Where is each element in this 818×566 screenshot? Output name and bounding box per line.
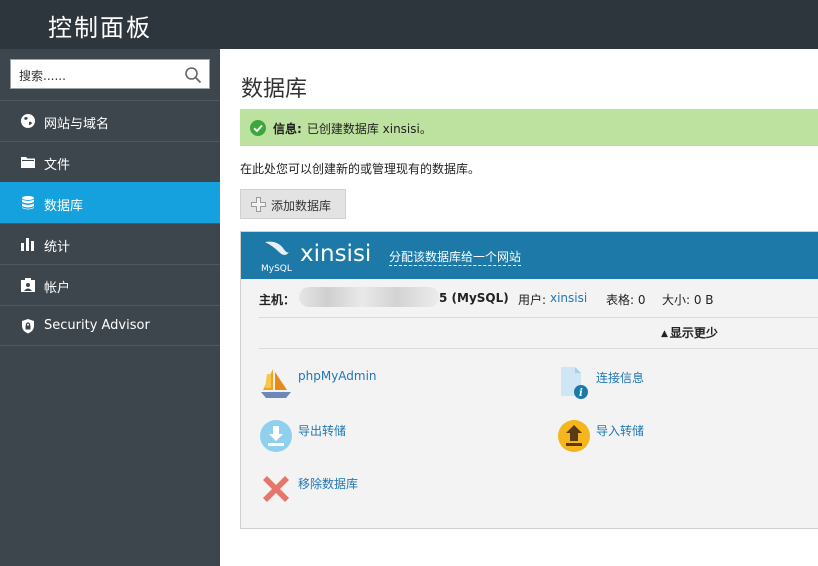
tables-count: 表格: 0 bbox=[606, 293, 646, 307]
tool-label: 导出转储 bbox=[298, 424, 347, 438]
plus-icon bbox=[251, 197, 266, 212]
search-input[interactable]: 搜索...... bbox=[19, 67, 66, 84]
sidebar-item-label: 数据库 bbox=[44, 199, 84, 214]
host-value: 5 (MySQL) bbox=[439, 291, 509, 305]
sidebar-item-label: 文件 bbox=[44, 158, 71, 173]
database-card: MySQL xinsisi 分配该数据库给一个网站 主机： 5 (MySQL) … bbox=[240, 231, 818, 529]
account-icon bbox=[21, 278, 35, 292]
database-header: MySQL xinsisi 分配该数据库给一个网站 bbox=[241, 232, 818, 279]
shield-lock-icon bbox=[22, 319, 34, 334]
add-database-label: 添加数据库 bbox=[271, 199, 332, 213]
divider bbox=[259, 317, 818, 318]
globe-icon bbox=[21, 114, 35, 128]
app-title: 控制面板 bbox=[48, 14, 152, 42]
bar-chart-icon bbox=[21, 238, 34, 251]
import-dump-icon bbox=[558, 420, 590, 452]
export-dump-icon bbox=[260, 420, 292, 452]
sidebar-item-websites-domains[interactable]: 网站与域名 bbox=[0, 100, 220, 141]
database-info: 主机： 5 (MySQL) 用户: xinsisi 表格: 0 大小: 0 B bbox=[241, 279, 818, 317]
sidebar: 搜索...... 网站与域名 文件 数据库 统计 帐户 Security Adv… bbox=[0, 49, 220, 566]
tool-label: phpMyAdmin bbox=[298, 369, 377, 383]
sidebar-item-label: 帐户 bbox=[44, 281, 71, 296]
intro-text: 在此处您可以创建新的或管理现有的数据库。 bbox=[240, 162, 481, 176]
mysql-logo-icon: MySQL bbox=[259, 238, 293, 274]
folder-icon bbox=[21, 157, 35, 168]
sidebar-item-files[interactable]: 文件 bbox=[0, 141, 220, 182]
sidebar-item-statistics[interactable]: 统计 bbox=[0, 223, 220, 264]
main-content: 数据库 信息: 已创建数据库 xinsisi。 在此处您可以创建新的或管理现有的数… bbox=[220, 49, 818, 566]
divider bbox=[259, 348, 818, 349]
sidebar-item-databases[interactable]: 数据库 bbox=[0, 182, 220, 223]
add-database-button[interactable]: 添加数据库 bbox=[240, 189, 346, 219]
success-message: 信息: 已创建数据库 xinsisi。 bbox=[240, 109, 818, 146]
sidebar-item-account[interactable]: 帐户 bbox=[0, 264, 220, 305]
database-icon bbox=[22, 196, 34, 210]
message-label: 信息: bbox=[273, 122, 302, 136]
show-less-label: 显示更少 bbox=[669, 326, 718, 340]
page-title: 数据库 bbox=[241, 77, 308, 102]
host-redacted bbox=[299, 287, 439, 307]
database-size: 大小: 0 B bbox=[662, 293, 714, 307]
sidebar-item-label: 网站与域名 bbox=[44, 117, 110, 132]
top-header: 控制面板 bbox=[0, 0, 818, 49]
host-label: 主机： bbox=[259, 293, 296, 307]
sidebar-nav: 网站与域名 文件 数据库 统计 帐户 Security Advisor bbox=[0, 100, 220, 346]
check-circle-icon bbox=[250, 120, 266, 136]
show-less-toggle[interactable]: ▲ 显示更少 bbox=[661, 324, 718, 341]
database-name: xinsisi bbox=[300, 241, 372, 267]
sidebar-search[interactable]: 搜索...... bbox=[10, 59, 210, 89]
sidebar-item-security-advisor[interactable]: Security Advisor bbox=[0, 305, 220, 346]
svg-text:i: i bbox=[579, 388, 583, 399]
sidebar-item-label: 统计 bbox=[44, 240, 71, 255]
tool-label: 移除数据库 bbox=[298, 477, 359, 491]
connection-info-icon: i bbox=[561, 367, 588, 399]
phpmyadmin-sailboat-icon bbox=[261, 369, 291, 398]
tool-label: 导入转储 bbox=[596, 424, 645, 438]
svg-text:MySQL: MySQL bbox=[261, 264, 292, 274]
chevron-up-icon: ▲ bbox=[661, 329, 668, 339]
message-text: 信息: 已创建数据库 xinsisi。 bbox=[273, 120, 432, 137]
user-label: 用户: bbox=[518, 293, 547, 307]
assign-to-website-link[interactable]: 分配该数据库给一个网站 bbox=[389, 248, 522, 266]
message-body: 已创建数据库 xinsisi。 bbox=[306, 122, 432, 136]
remove-database-icon bbox=[263, 476, 289, 502]
tool-label: 连接信息 bbox=[596, 371, 645, 385]
user-link[interactable]: xinsisi bbox=[550, 291, 587, 305]
search-icon[interactable] bbox=[184, 66, 202, 84]
sidebar-item-label: Security Advisor bbox=[44, 318, 150, 333]
